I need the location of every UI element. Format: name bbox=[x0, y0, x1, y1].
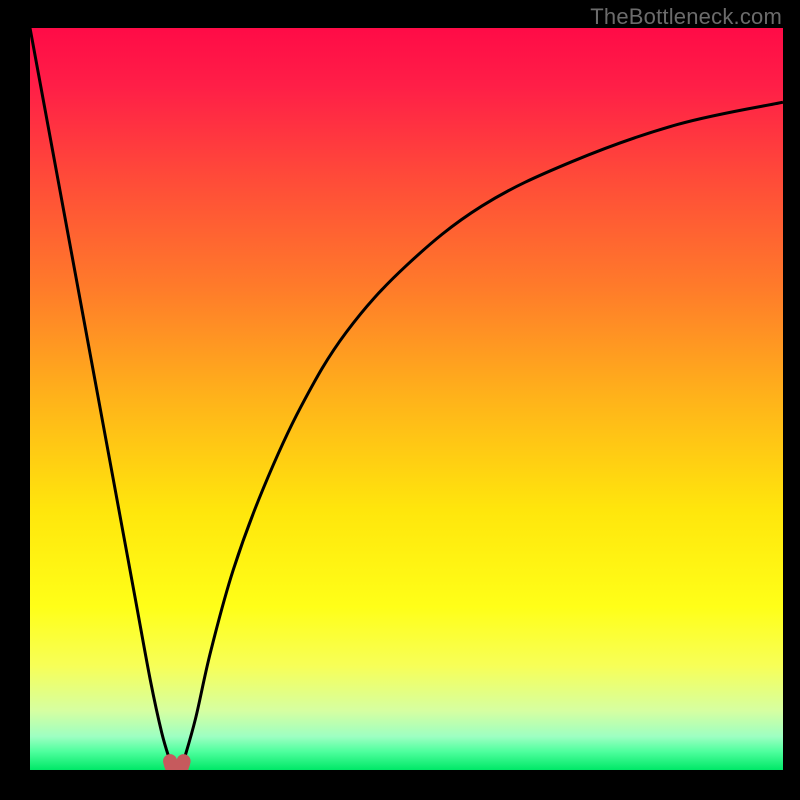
watermark-text: TheBottleneck.com bbox=[590, 4, 782, 30]
bottleneck-curve-left bbox=[30, 28, 170, 761]
minimum-marker bbox=[170, 761, 184, 770]
plot-area bbox=[30, 28, 783, 770]
bottleneck-curve-right bbox=[184, 102, 783, 761]
curve-layer bbox=[30, 28, 783, 770]
